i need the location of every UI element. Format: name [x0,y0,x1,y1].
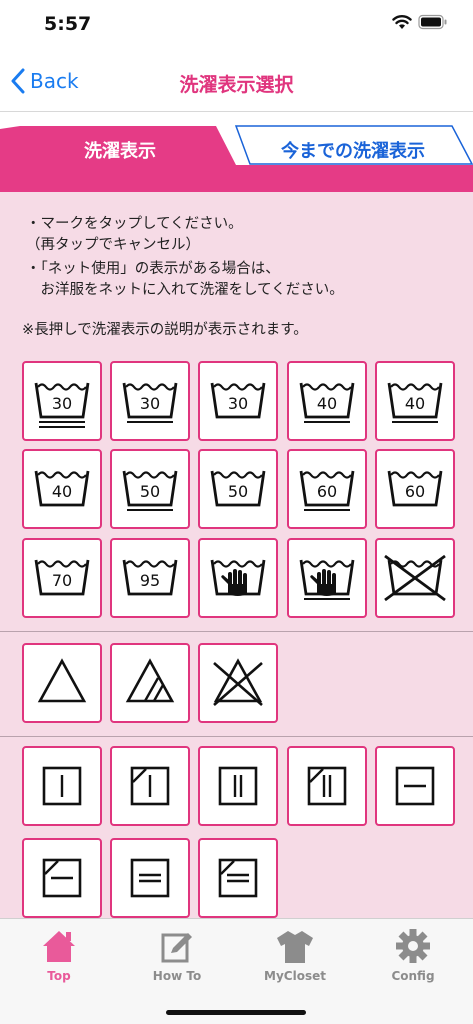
flat-dry-icon [395,766,435,806]
symbol-button[interactable]: 30 [110,361,190,441]
symbol-button[interactable] [375,746,455,826]
tab-my-closet-label: MyCloset [264,969,326,983]
instruction-line: （再タップでキャンセル） [26,237,200,253]
wash-tub-30-very-mild-icon: 30 [34,382,90,428]
wash-temperature-label: 40 [317,394,337,413]
back-label: Back [30,69,79,93]
tab-config[interactable]: Config [354,927,472,997]
symbol-button[interactable] [375,538,455,618]
chevron-left-icon [11,68,25,94]
symbol-button[interactable]: 40 [287,361,367,441]
tab-config-label: Config [391,969,435,983]
drip-dry-icon [218,766,258,806]
drip-dry-shade-icon [307,766,347,806]
symbol-button[interactable]: 30 [22,361,102,441]
section-divider [0,631,473,632]
drip-flat-dry-icon [130,858,170,898]
symbol-button[interactable] [110,746,190,826]
tab-top[interactable]: Top [0,927,118,997]
back-button[interactable]: Back [10,68,79,94]
long-press-note: ※長押しで洗濯表示の説明が表示されます。 [22,322,308,338]
do-not-bleach-icon [213,658,263,706]
symbol-button[interactable]: 60 [375,449,455,529]
gear-icon [396,929,430,963]
symbol-button[interactable]: 40 [375,361,455,441]
wash-temperature-label: 40 [405,394,425,413]
home-icon [43,931,75,962]
instruction-line: お洋服をネットに入れて洗濯をしてください。 [26,282,344,298]
symbol-button[interactable] [287,746,367,826]
oxygen-bleach-only-icon [125,658,175,703]
symbol-button[interactable] [22,746,102,826]
wash-temperature-label: 70 [52,571,72,590]
instruction-line: ・「ネット使用」の表示がある場合は、 [26,261,280,277]
wash-temperature-label: 30 [52,394,72,413]
wash-tub-30-mild-icon: 30 [122,382,178,423]
instruction-line: ・マークをタップしてください。 [26,216,243,232]
symbol-button[interactable] [198,538,278,618]
wash-temperature-label: 30 [140,394,160,413]
wash-tub-40-mild-icon: 40 [387,382,443,423]
tab-washing-symbols[interactable]: 洗濯表示 [30,137,210,163]
wash-temperature-label: 50 [228,482,248,501]
wash-tub-70-icon: 70 [34,559,90,596]
symbol-button[interactable]: 70 [22,538,102,618]
battery-icon [418,14,447,30]
symbol-button[interactable] [110,643,190,723]
symbol-button[interactable] [287,538,367,618]
tshirt-icon [277,931,313,963]
wash-tub-95-icon: 95 [122,559,178,596]
wash-temperature-label: 60 [405,482,425,501]
symbol-button[interactable] [22,838,102,918]
status-time: 5:57 [44,13,92,35]
symbol-button[interactable] [110,838,190,918]
symbol-button[interactable]: 40 [22,449,102,529]
wash-tub-30-icon: 30 [210,382,266,419]
symbol-button[interactable] [22,643,102,723]
tab-how-to-label: How To [152,969,202,983]
hang-dry-icon [42,766,82,806]
symbol-button[interactable] [198,643,278,723]
edit-note-icon [161,933,192,963]
do-not-wash-icon [384,554,446,602]
hang-dry-shade-icon [130,766,170,806]
wash-temperature-label: 95 [140,571,160,590]
wash-temperature-label: 40 [52,482,72,501]
tab-strip: 洗濯表示 今までの洗濯表示 [0,112,473,192]
section-divider [0,736,473,737]
tab-top-label: Top [47,969,71,983]
wash-tub-50-icon: 50 [210,470,266,507]
wash-tub-50-mild-icon: 50 [122,470,178,511]
symbol-button[interactable]: 50 [110,449,190,529]
tab-how-to[interactable]: How To [118,927,236,997]
wash-temperature-label: 60 [317,482,337,501]
flat-dry-shade-icon [42,858,82,898]
wash-tub-60-mild-icon: 60 [299,470,355,511]
hand-wash-icon [210,559,266,596]
wash-temperature-label: 30 [228,394,248,413]
instructions: ・マークをタップしてください。 （再タップでキャンセル） ・「ネット使用」の表示… [26,214,456,301]
wifi-icon [392,15,412,29]
tab-my-closet[interactable]: MyCloset [236,927,354,997]
wash-temperature-label: 50 [140,482,160,501]
symbol-button[interactable]: 30 [198,361,278,441]
symbol-button[interactable]: 95 [110,538,190,618]
status-bar: 5:57 [0,0,473,50]
bleach-allowed-icon [37,658,87,703]
bottom-tab-bar: Top How To MyCloset Config [0,918,473,1024]
home-indicator [166,1010,306,1015]
navigation-bar: Back 洗濯表示選択 [0,50,473,112]
tab-history[interactable]: 今までの洗濯表示 [248,137,458,163]
drip-flat-dry-shade-icon [218,858,258,898]
symbol-button[interactable] [198,746,278,826]
wash-tub-60-icon: 60 [387,470,443,507]
symbol-button[interactable]: 60 [287,449,367,529]
hand-wash-mild-icon [299,559,355,600]
symbol-button[interactable] [198,838,278,918]
symbol-button[interactable]: 50 [198,449,278,529]
wash-tub-40-icon: 40 [34,470,90,507]
wash-tub-40-mild-icon: 40 [299,382,355,423]
